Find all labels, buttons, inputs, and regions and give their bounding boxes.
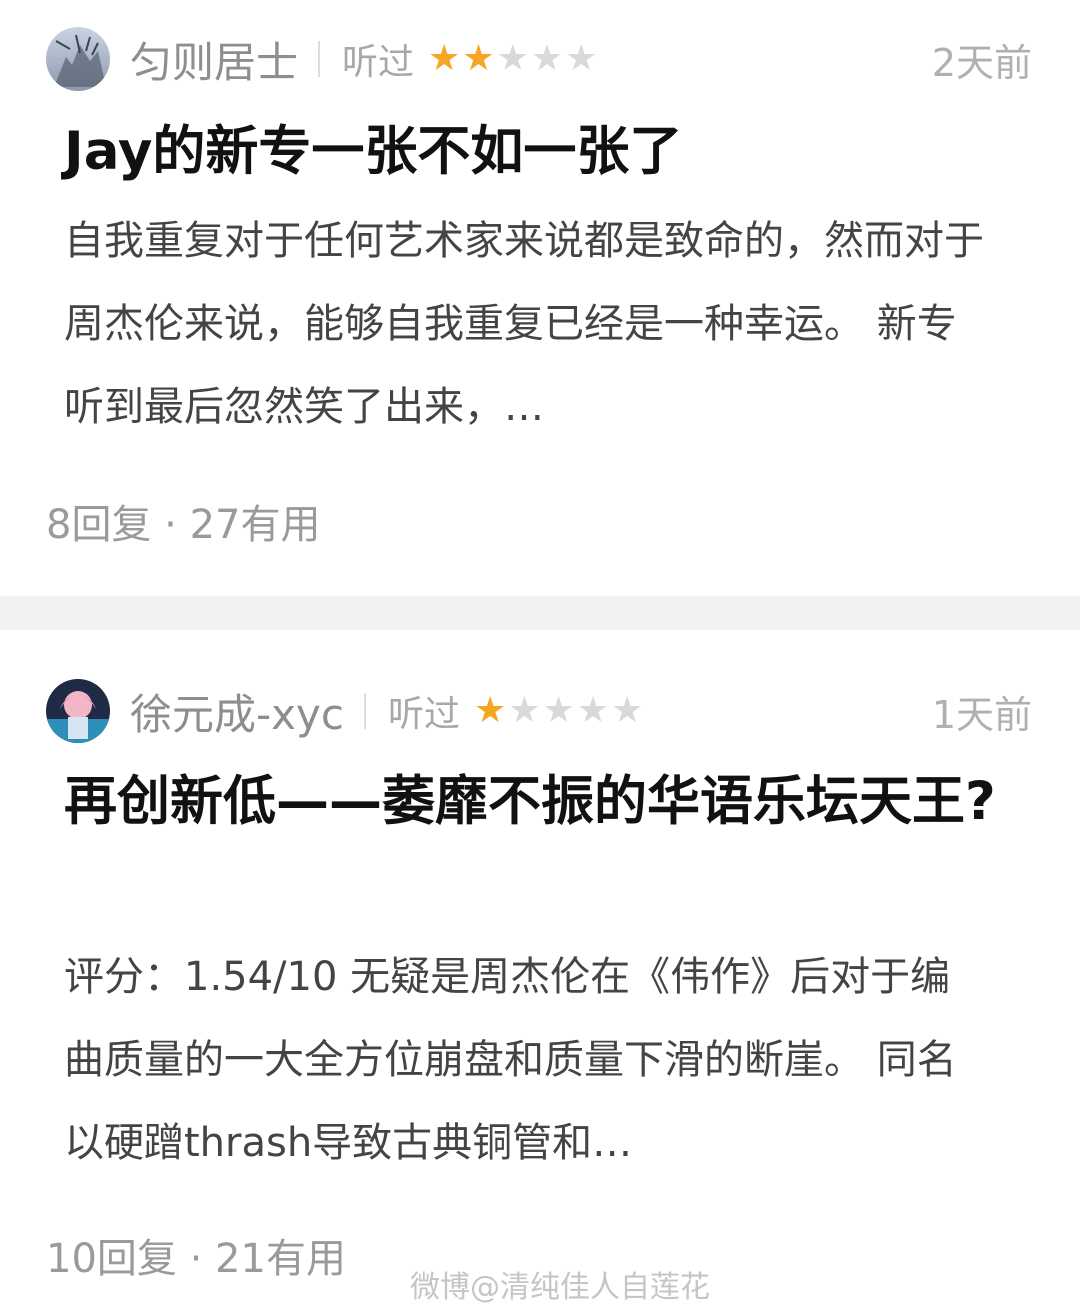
review-stats: 10回复 · 21有用 [46,1236,346,1282]
star-empty-icon: ★ [508,690,541,731]
star-empty-icon: ★ [542,690,575,731]
watermark: 微博@清纯佳人自莲花 [410,1270,710,1305]
star-empty-icon: ★ [530,38,564,79]
star-empty-icon: ★ [565,38,598,79]
review-excerpt[interactable]: 自我重复对于任何艺术家来说都是致命的，然而对于周杰伦来说，能够自我重复已经是一种… [64,200,988,449]
star-rating: ★ ★ ★ ★ ★ [428,41,597,77]
review-title[interactable]: 再创新低——萎靡不振的华语乐坛天王? [64,760,1020,844]
listen-status: 听过 [342,42,415,83]
divider [318,41,321,77]
review-header: 匀则居士 听过 ★ ★ ★ ★ ★ 2天前 [46,27,1032,91]
divider [363,693,366,729]
star-empty-icon: ★ [496,38,529,79]
review-title[interactable]: Jay的新专一张不如一张了 [64,110,1020,194]
card-separator [0,596,1080,630]
post-time: 1天前 [931,692,1032,737]
review-header: 徐元成-xyc 听过 ★ ★ ★ ★ ★ 1天前 [46,679,1032,743]
star-filled-icon: ★ [428,38,461,79]
username[interactable]: 徐元成-xyc [130,681,344,742]
star-filled-icon: ★ [473,690,507,731]
listen-status: 听过 [387,694,460,735]
review-stats: 8回复 · 27有用 [46,502,321,548]
username[interactable]: 匀则居士 [130,29,298,90]
user-avatar[interactable] [46,27,110,91]
review-excerpt[interactable]: 评分：1.54/10 无疑是周杰伦在《伟作》后对于编曲质量的一大全方位崩盘和质量… [64,936,988,1185]
review-card[interactable]: 徐元成-xyc 听过 ★ ★ ★ ★ ★ 1天前 再创新低——萎靡不振的华语乐坛天王? … [0,630,1080,1310]
user-avatar[interactable] [46,679,110,743]
star-filled-icon: ★ [462,38,495,79]
star-empty-icon: ★ [611,690,644,731]
review-card[interactable]: 匀则居士 听过 ★ ★ ★ ★ ★ 2天前 Jay的新专一张不如一张了 自我重复对于任何… [0,0,1080,596]
post-time: 2天前 [931,40,1032,85]
star-empty-icon: ★ [576,690,610,731]
star-rating: ★ ★ ★ ★ ★ [474,693,643,729]
